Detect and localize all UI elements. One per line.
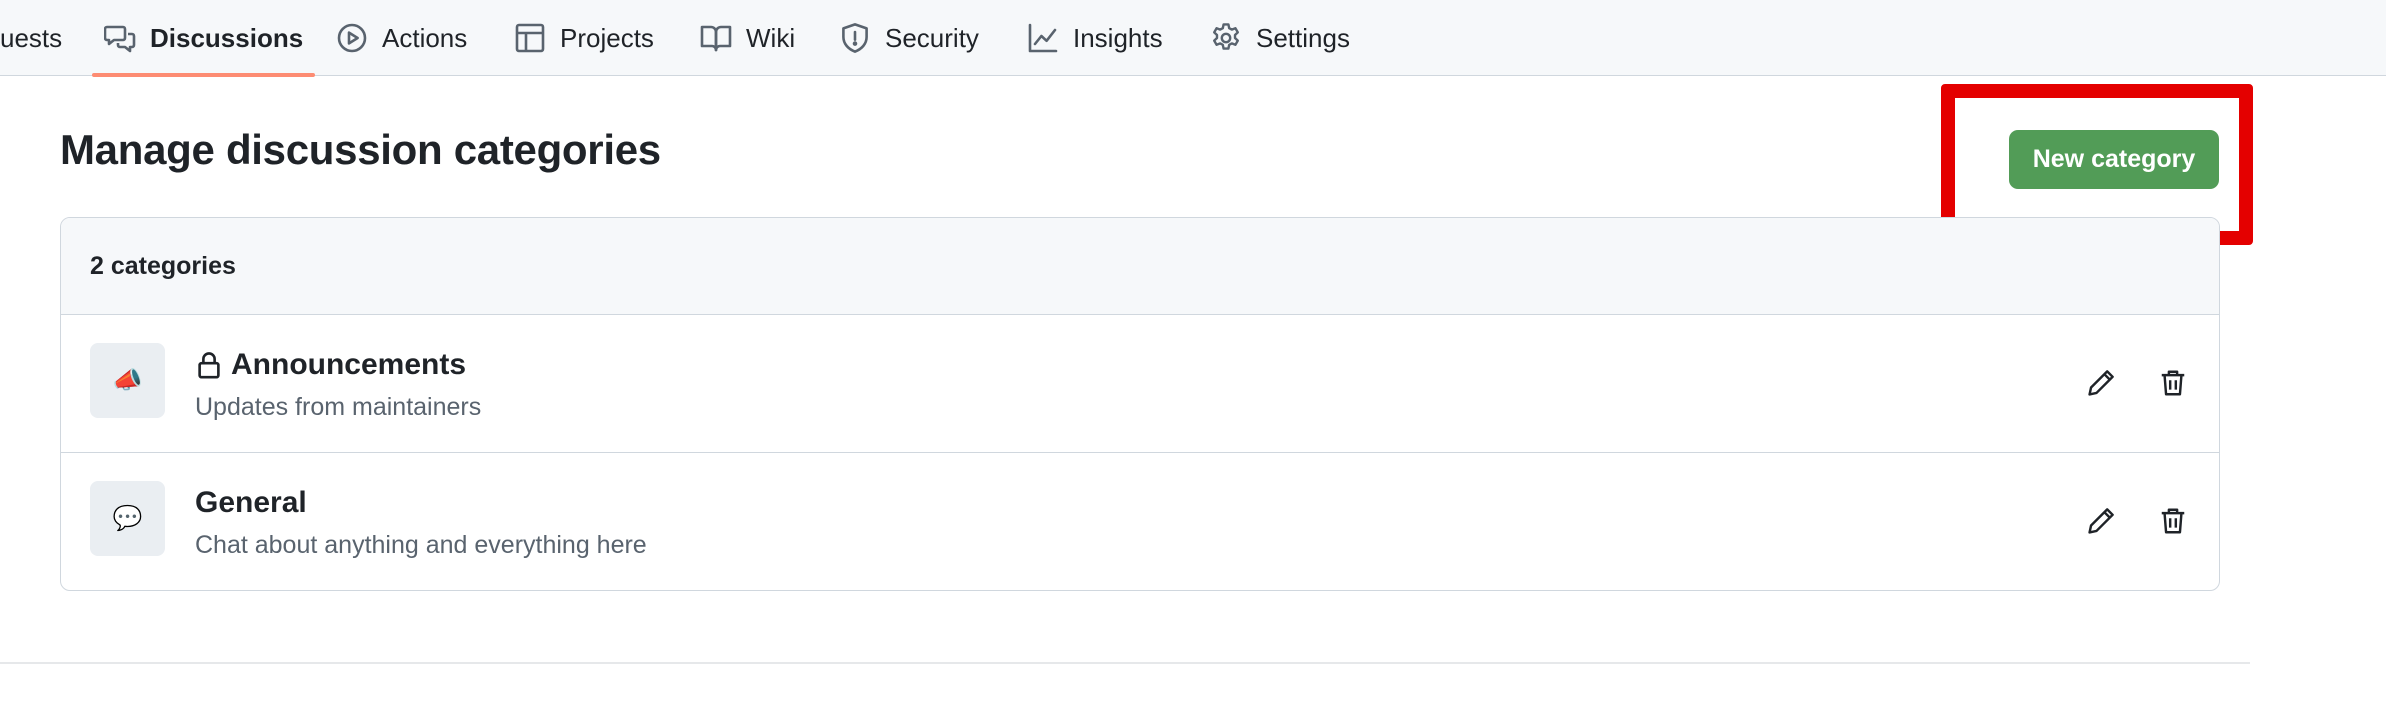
category-description: Chat about anything and everything here	[195, 531, 647, 559]
tab-security[interactable]: Security	[839, 0, 979, 76]
edit-category-button[interactable]	[2084, 366, 2118, 400]
page-title: Manage discussion categories	[60, 126, 661, 173]
book-icon	[700, 22, 732, 54]
tab-projects[interactable]: Projects	[514, 0, 654, 76]
tab-wiki[interactable]: Wiki	[700, 0, 795, 76]
repo-nav: uests Discussions Actions Projects Wiki …	[0, 0, 2386, 77]
speech-bubble-icon: 💬	[90, 481, 165, 556]
category-title: Announcements	[195, 348, 466, 382]
table-icon	[514, 22, 546, 54]
trash-icon	[2161, 508, 2185, 534]
new-category-button[interactable]: New category	[2009, 130, 2219, 189]
graph-icon	[1027, 22, 1059, 54]
pencil-icon	[2088, 370, 2114, 396]
gear-icon	[1210, 22, 1242, 54]
shield-icon	[839, 22, 871, 54]
comment-discussion-icon	[104, 22, 136, 54]
delete-category-button[interactable]	[2156, 504, 2190, 538]
tab-label: Settings	[1256, 22, 1350, 53]
tab-discussions[interactable]: Discussions	[91, 0, 316, 77]
list-item: 💬 General Chat about anything and everyt…	[61, 453, 2219, 590]
category-title: General	[195, 486, 307, 520]
tab-label: Insights	[1073, 22, 1163, 53]
trash-icon	[2161, 370, 2185, 396]
categories-count: 2 categories	[61, 218, 2219, 315]
tab-label: Projects	[560, 22, 654, 53]
tab-actions[interactable]: Actions	[336, 0, 467, 76]
category-name: Announcements	[231, 348, 467, 381]
tab-insights[interactable]: Insights	[1027, 0, 1163, 76]
megaphone-icon: 📣	[90, 343, 165, 418]
category-description: Updates from maintainers	[195, 393, 482, 421]
categories-list: 2 categories 📣 Announcements Updates fro…	[60, 217, 2220, 591]
tab-label: Wiki	[746, 22, 796, 53]
list-item: 📣 Announcements Updates from maintainers	[61, 315, 2219, 453]
tab-settings[interactable]: Settings	[1210, 0, 1350, 76]
edit-category-button[interactable]	[2084, 504, 2118, 538]
category-name: General	[195, 486, 307, 519]
tab-label: Security	[885, 22, 979, 53]
tab-pull-requests[interactable]: uests	[0, 0, 62, 76]
tab-label: Discussions	[150, 22, 304, 53]
tab-label: uests	[0, 22, 63, 53]
divider	[0, 662, 2250, 664]
pencil-icon	[2088, 508, 2114, 534]
play-icon	[336, 22, 368, 54]
lock-icon	[195, 350, 223, 380]
tab-label: Actions	[382, 22, 468, 53]
delete-category-button[interactable]	[2156, 366, 2190, 400]
